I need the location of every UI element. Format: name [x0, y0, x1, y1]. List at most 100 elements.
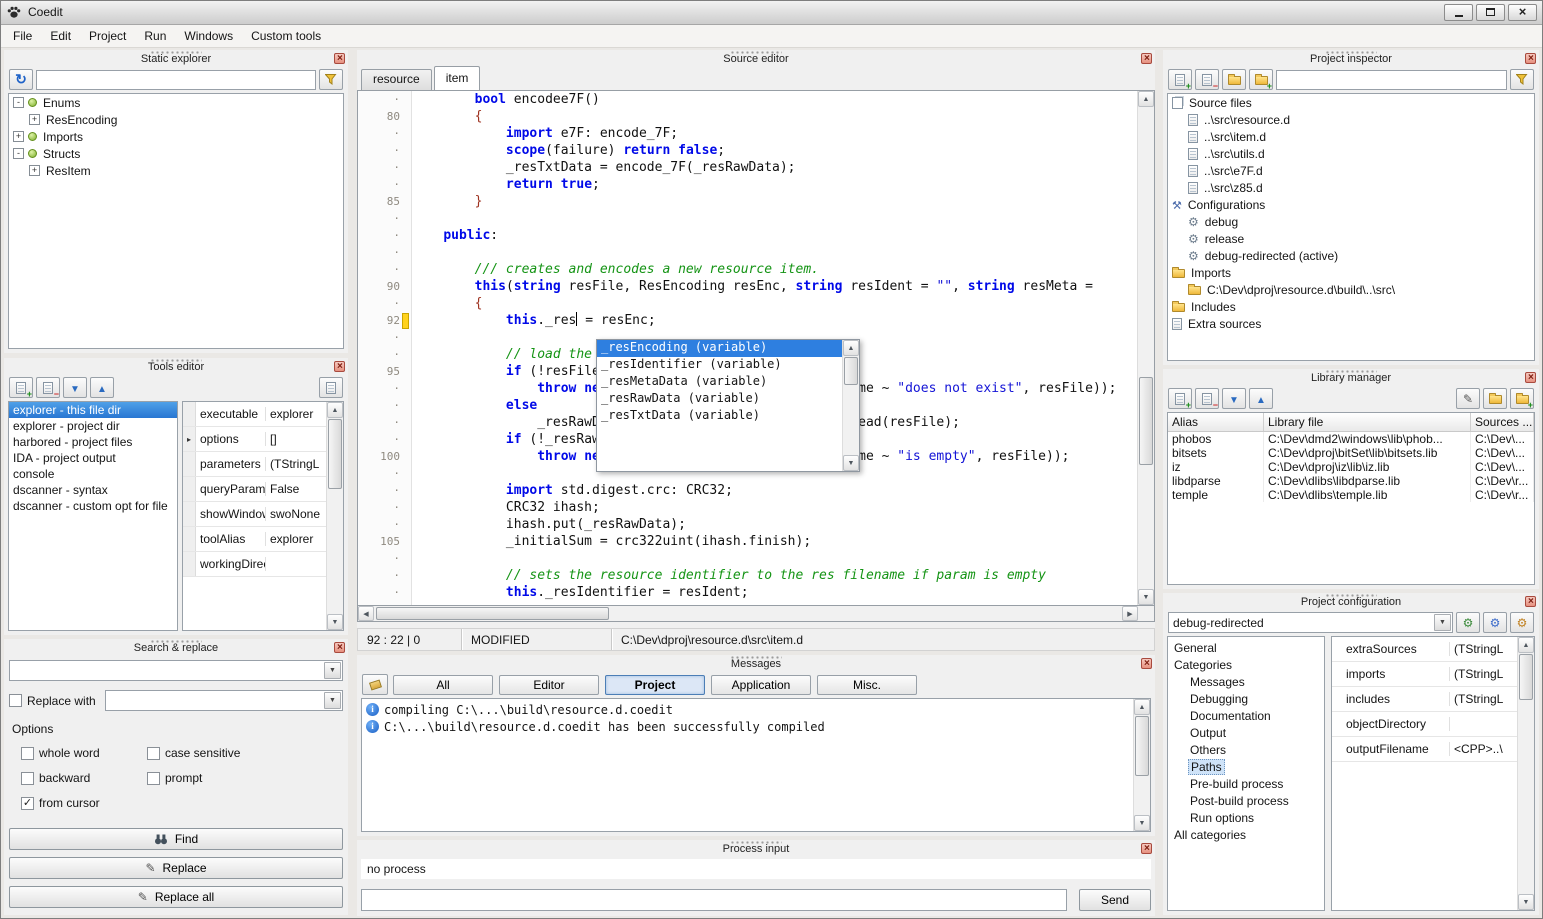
line-number[interactable]: ·	[358, 227, 411, 244]
code-line[interactable]: this(string resFile, ResEncoding resEnc,…	[412, 278, 1137, 295]
move-library-down-button[interactable]	[1222, 388, 1246, 409]
tree-item[interactable]: Configurations	[1168, 196, 1534, 213]
tree-item[interactable]: ..\src\resource.d	[1168, 111, 1534, 128]
property-value[interactable]: explorer	[266, 407, 326, 421]
tree-item[interactable]: Paths	[1168, 758, 1324, 775]
table-row[interactable]: izC:\Dev\dproj\iz\lib\iz.libC:\Dev\...	[1168, 460, 1534, 474]
scrollbar-track[interactable]	[1134, 715, 1150, 815]
tree-item[interactable]: Extra sources	[1168, 315, 1534, 332]
tree-item[interactable]: Output	[1168, 724, 1324, 741]
tree-item[interactable]: Categories	[1168, 656, 1324, 673]
line-number[interactable]: 80	[358, 108, 411, 125]
search-replace-header[interactable]: Search & replace	[4, 639, 348, 655]
tab-item[interactable]: item	[434, 66, 481, 90]
filter-button[interactable]	[319, 69, 343, 90]
send-button[interactable]: Send	[1079, 889, 1151, 911]
line-number[interactable]: ·	[358, 91, 411, 108]
message-item[interactable]: icompiling C:\...\build\resource.d.coedi…	[362, 701, 1133, 718]
property-row[interactable]: executableexplorer	[183, 402, 326, 427]
property-value[interactable]: []	[266, 432, 326, 446]
property-value[interactable]: swoNone	[266, 507, 326, 521]
tree-item[interactable]: Debugging	[1168, 690, 1324, 707]
tree-item[interactable]: Includes	[1168, 298, 1534, 315]
tools-editor-header[interactable]: Tools editor	[4, 358, 348, 374]
table-row[interactable]: phobosC:\Dev\dmd2\windows\lib\phob...C:\…	[1168, 432, 1534, 446]
code-line[interactable]	[412, 550, 1137, 567]
messages-header[interactable]: Messages	[357, 655, 1155, 671]
line-number[interactable]: 100	[358, 448, 411, 465]
line-number[interactable]: 90	[358, 278, 411, 295]
move-library-up-button[interactable]	[1249, 388, 1273, 409]
property-row[interactable]: ▸options[]	[183, 427, 326, 452]
property-row[interactable]: outputFilename<CPP>..\	[1332, 737, 1517, 762]
filter-button-project[interactable]: Project	[605, 675, 705, 695]
tree-item[interactable]: ..\src\utils.d	[1168, 145, 1534, 162]
add-tool-button[interactable]: +	[9, 377, 33, 398]
filter-button-misc[interactable]: Misc.	[817, 675, 917, 695]
static-explorer-header[interactable]: Static explorer	[4, 50, 348, 66]
add-folder-button[interactable]	[1222, 69, 1246, 90]
tree-item[interactable]: ..\src\item.d	[1168, 128, 1534, 145]
completion-item[interactable]: _resIdentifier (variable)	[597, 357, 842, 374]
code-line[interactable]	[412, 210, 1137, 227]
tree-item[interactable]: +ResEncoding	[9, 111, 343, 128]
option-backward[interactable]: backward	[21, 771, 141, 785]
move-tool-up-button[interactable]	[90, 377, 114, 398]
edit-alias-button[interactable]	[1456, 388, 1480, 409]
line-number[interactable]: ·	[358, 397, 411, 414]
line-number[interactable]: ·	[358, 516, 411, 533]
completion-item[interactable]: _resTxtData (variable)	[597, 408, 842, 425]
completion-item[interactable]: _resEncoding (variable)	[597, 340, 842, 357]
property-row[interactable]: parameters(TStringL	[183, 452, 326, 477]
tree-item[interactable]: debug	[1168, 213, 1534, 230]
scroll-up-icon[interactable]	[1138, 91, 1154, 107]
scrollbar-thumb[interactable]	[1135, 716, 1149, 776]
line-number[interactable]: ·	[358, 329, 411, 346]
panel-close-button[interactable]	[1141, 843, 1152, 854]
scrollbar-track[interactable]	[327, 418, 343, 614]
property-value[interactable]: (TStringL	[1450, 642, 1517, 656]
panel-close-button[interactable]	[1525, 372, 1536, 383]
code-line[interactable]: {	[412, 295, 1137, 312]
dropdown-icon[interactable]	[324, 662, 341, 679]
tool-list-item[interactable]: explorer - project dir	[9, 418, 177, 434]
menu-file[interactable]: File	[4, 25, 41, 47]
code-line[interactable]: ihash.put(_resRawData);	[412, 516, 1137, 533]
tool-list-item[interactable]: dscanner - syntax	[9, 482, 177, 498]
tree-item[interactable]: ..\src\e7F.d	[1168, 162, 1534, 179]
checkbox-icon[interactable]: ✓	[21, 797, 34, 810]
inspector-filter-input[interactable]	[1276, 70, 1507, 90]
table-row[interactable]: bitsetsC:\Dev\dproj\bitSet\lib\bitsets.l…	[1168, 446, 1534, 460]
code-line[interactable]: return true;	[412, 176, 1137, 193]
property-row[interactable]: imports(TStringL	[1332, 662, 1517, 687]
code-line[interactable]: import e7F: encode_7F;	[412, 125, 1137, 142]
expander-icon[interactable]: +	[29, 114, 40, 125]
scroll-right-icon[interactable]	[1122, 606, 1138, 621]
checkbox-icon[interactable]	[21, 747, 34, 760]
symbol-filter-input[interactable]	[36, 70, 316, 90]
process-input-header[interactable]: Process input	[357, 840, 1155, 856]
tree-item[interactable]: C:\Dev\dproj\resource.d\build\..\src\	[1168, 281, 1534, 298]
panel-close-button[interactable]	[334, 53, 345, 64]
line-number[interactable]: ·	[358, 210, 411, 227]
process-input-field[interactable]	[361, 889, 1067, 911]
line-number[interactable]: ·	[358, 567, 411, 584]
replace-button[interactable]: Replace	[9, 857, 343, 879]
code-line[interactable]: // sets the resource identifier to the r…	[412, 567, 1137, 584]
line-number[interactable]: ·	[358, 176, 411, 193]
scrollbar-thumb[interactable]	[1139, 377, 1153, 465]
code-editor[interactable]: ·80····85····90·92··95····100····105··· …	[357, 90, 1155, 606]
tree-item[interactable]: release	[1168, 230, 1534, 247]
column-header[interactable]: Sources ...	[1471, 413, 1534, 431]
clear-messages-button[interactable]	[362, 674, 388, 695]
tree-item[interactable]: Messages	[1168, 673, 1324, 690]
line-number[interactable]: 105	[358, 533, 411, 550]
table-row[interactable]: libdparseC:\Dev\dlibs\libdparse.libC:\De…	[1168, 474, 1534, 488]
scroll-up-icon[interactable]	[1518, 637, 1534, 653]
code-line[interactable]: CRC32 ihash;	[412, 499, 1137, 516]
panel-close-button[interactable]	[1141, 53, 1152, 64]
dropdown-icon[interactable]	[1434, 614, 1451, 631]
tree-item[interactable]: All categories	[1168, 826, 1324, 843]
tree-item[interactable]: Documentation	[1168, 707, 1324, 724]
checkbox-icon[interactable]	[147, 772, 160, 785]
